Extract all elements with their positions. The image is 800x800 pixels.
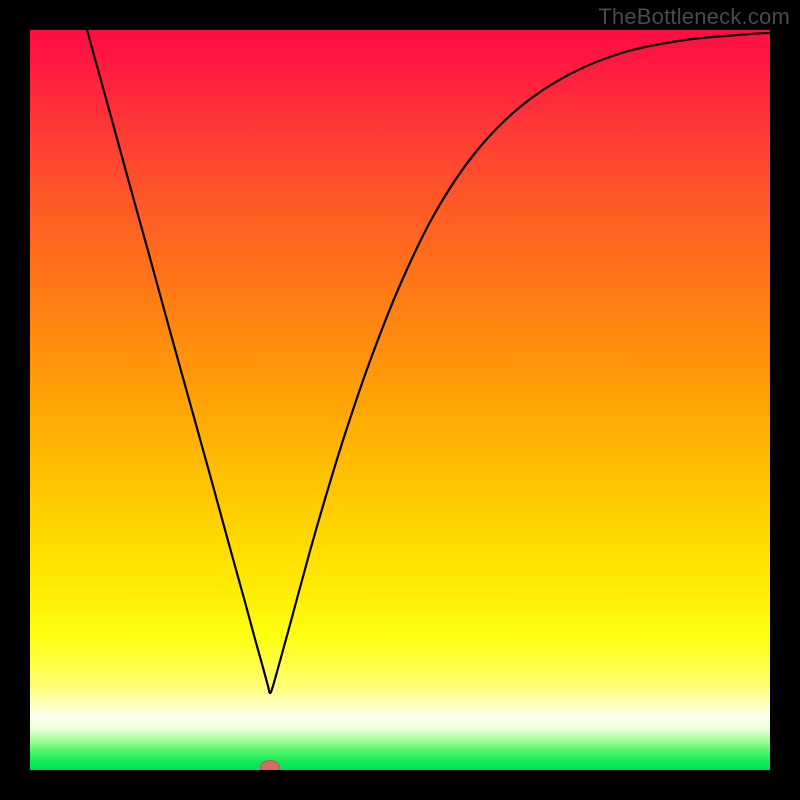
- plot-area: [30, 30, 770, 770]
- bottleneck-curve: [87, 30, 770, 693]
- chart-frame: TheBottleneck.com: [0, 0, 800, 800]
- current-point-marker: [260, 760, 280, 770]
- curve-layer: [30, 30, 770, 770]
- watermark-text: TheBottleneck.com: [598, 4, 790, 30]
